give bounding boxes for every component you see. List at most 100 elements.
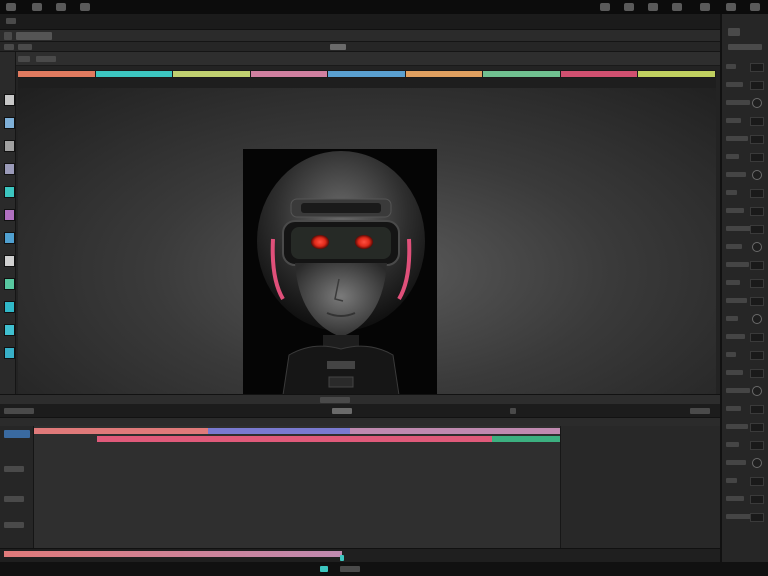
dial-icon[interactable] bbox=[752, 170, 762, 180]
inspector-field[interactable] bbox=[750, 513, 764, 522]
inspector-field[interactable] bbox=[750, 63, 764, 72]
inspector-field[interactable] bbox=[750, 81, 764, 90]
control-center-icon[interactable] bbox=[726, 3, 736, 11]
viewer-title-button[interactable] bbox=[330, 44, 346, 50]
color-swatch[interactable] bbox=[4, 324, 15, 336]
color-swatch[interactable] bbox=[4, 186, 15, 198]
inspector-label bbox=[726, 64, 736, 69]
toolbar-button[interactable] bbox=[16, 32, 52, 40]
toggle-icon[interactable] bbox=[18, 44, 32, 50]
inspector-label bbox=[726, 244, 742, 249]
color-swatch[interactable] bbox=[4, 278, 15, 290]
inspector-field[interactable] bbox=[750, 135, 764, 144]
inspector-tab[interactable] bbox=[728, 28, 740, 36]
inspector-field[interactable] bbox=[750, 441, 764, 450]
inspector-field[interactable] bbox=[750, 333, 764, 342]
timeline-options[interactable] bbox=[690, 408, 710, 414]
color-swatch[interactable] bbox=[4, 301, 15, 313]
viewer-status-bar bbox=[0, 394, 720, 404]
library-icon[interactable] bbox=[4, 32, 12, 40]
inspector-field[interactable] bbox=[750, 477, 764, 486]
menu-item[interactable] bbox=[6, 18, 16, 24]
apple-icon[interactable] bbox=[6, 3, 16, 11]
inspector-field[interactable] bbox=[750, 225, 764, 234]
status-icon[interactable] bbox=[600, 3, 610, 11]
inspector-field[interactable] bbox=[750, 495, 764, 504]
inspector-label bbox=[726, 370, 743, 375]
inspector-field[interactable] bbox=[750, 261, 764, 270]
dial-icon[interactable] bbox=[752, 242, 762, 252]
view-option[interactable] bbox=[18, 56, 30, 62]
color-swatch[interactable] bbox=[4, 94, 15, 106]
window-icon[interactable] bbox=[56, 3, 66, 11]
timeline-clip[interactable] bbox=[34, 428, 208, 434]
timeline-clip[interactable] bbox=[207, 428, 350, 434]
timeline-clip[interactable] bbox=[349, 428, 560, 434]
overview-clip bbox=[4, 551, 342, 557]
inspector-field[interactable] bbox=[750, 189, 764, 198]
timeline-clip[interactable] bbox=[491, 436, 560, 442]
inspector-field[interactable] bbox=[750, 369, 764, 378]
notification-icon[interactable] bbox=[750, 3, 760, 11]
timeline-title bbox=[332, 408, 352, 414]
inspector-field[interactable] bbox=[750, 279, 764, 288]
color-swatch[interactable] bbox=[4, 140, 15, 152]
timeline-clip[interactable] bbox=[97, 436, 492, 442]
color-strip-segment bbox=[18, 71, 95, 77]
inspector-field[interactable] bbox=[750, 405, 764, 414]
inspector-label bbox=[726, 514, 751, 519]
inspector-field[interactable] bbox=[750, 153, 764, 162]
timecode-display bbox=[320, 397, 350, 403]
inspector-field[interactable] bbox=[750, 297, 764, 306]
inspector-field[interactable] bbox=[750, 351, 764, 360]
track-header-audio[interactable] bbox=[4, 522, 24, 528]
color-swatch-column bbox=[0, 52, 16, 394]
menu-bar bbox=[0, 14, 720, 30]
toggle-icon[interactable] bbox=[4, 44, 14, 50]
inspector-field[interactable] bbox=[750, 423, 764, 432]
timeline-ruler[interactable] bbox=[0, 404, 720, 418]
color-swatch[interactable] bbox=[4, 255, 15, 267]
playhead[interactable] bbox=[340, 555, 344, 561]
inspector-field[interactable] bbox=[750, 117, 764, 126]
timeline-tools[interactable] bbox=[4, 408, 34, 414]
color-swatch[interactable] bbox=[4, 232, 15, 244]
track-header-video[interactable] bbox=[4, 430, 30, 438]
play-icon[interactable] bbox=[320, 566, 328, 572]
wifi-icon[interactable] bbox=[624, 3, 634, 11]
inspector-label bbox=[726, 388, 750, 393]
inspector-label bbox=[726, 262, 749, 267]
inspector-label bbox=[726, 316, 738, 321]
app-icon[interactable] bbox=[32, 3, 42, 11]
view-option[interactable] bbox=[36, 56, 56, 62]
inspector-label bbox=[726, 442, 739, 447]
dial-icon[interactable] bbox=[752, 386, 762, 396]
color-swatch[interactable] bbox=[4, 347, 15, 359]
menu-icon[interactable] bbox=[80, 3, 90, 11]
inspector-label bbox=[726, 406, 741, 411]
color-swatch[interactable] bbox=[4, 163, 15, 175]
dial-icon[interactable] bbox=[752, 458, 762, 468]
inspector-label bbox=[726, 352, 736, 357]
track-header-audio[interactable] bbox=[4, 466, 24, 472]
search-icon[interactable] bbox=[700, 3, 710, 11]
inspector-label bbox=[726, 208, 744, 213]
track-lanes-empty[interactable] bbox=[560, 426, 720, 548]
track-headers bbox=[0, 426, 34, 548]
track-lanes[interactable] bbox=[34, 426, 560, 548]
dial-icon[interactable] bbox=[752, 98, 762, 108]
color-strip-segment bbox=[638, 71, 715, 77]
inspector-field[interactable] bbox=[750, 207, 764, 216]
clock-icon[interactable] bbox=[672, 3, 682, 11]
color-swatch[interactable] bbox=[4, 209, 15, 221]
battery-icon[interactable] bbox=[648, 3, 658, 11]
zoom-icon[interactable] bbox=[510, 408, 516, 414]
track-header-audio[interactable] bbox=[4, 496, 24, 502]
color-swatch[interactable] bbox=[4, 117, 15, 129]
color-strip-segment bbox=[173, 71, 250, 77]
timeline-overview[interactable] bbox=[0, 548, 720, 562]
transport-controls[interactable] bbox=[340, 566, 360, 572]
inspector-label bbox=[726, 82, 743, 87]
inspector-label bbox=[726, 100, 750, 105]
dial-icon[interactable] bbox=[752, 314, 762, 324]
